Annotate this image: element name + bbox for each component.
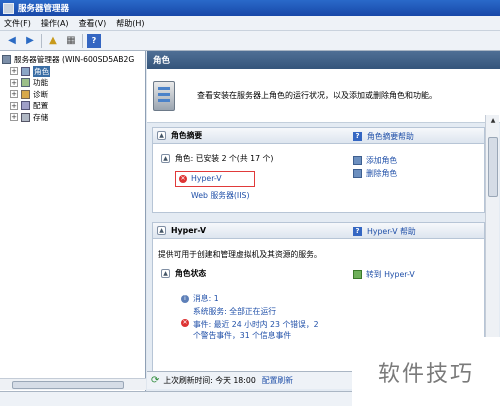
remove-roles-label: 删除角色 [366, 169, 398, 178]
error-icon: ✕ [179, 174, 187, 183]
tree-item-label: 存储 [33, 112, 49, 122]
events-label: 事件: 最近 24 小时内 23 个错误，2 [193, 320, 319, 329]
expand-icon[interactable]: + [10, 67, 18, 76]
features-icon [21, 78, 30, 88]
tree-item-storage[interactable]: + 存储 [0, 112, 145, 124]
services-label: 系统服务: 全部正在运行 [193, 307, 277, 316]
expand-icon[interactable]: + [10, 113, 18, 122]
intro-text: 查看安装在服务器上角色的运行状况，以及添加或删除角色和功能。 [197, 91, 437, 100]
events-label-line2: 个警告事件，31 个信息事件 [193, 331, 292, 340]
tree-item-features[interactable]: + 功能 [0, 77, 145, 89]
help-icon: ? [353, 227, 362, 236]
back-arrow-icon[interactable]: ◀ [5, 34, 19, 48]
tree-item-roles[interactable]: + 角色 [0, 65, 145, 78]
server-icon [2, 55, 11, 65]
toolbar-separator [82, 33, 83, 48]
configure-refresh-link[interactable]: 配置刷新 [262, 375, 293, 386]
role-hyperv-link[interactable]: ✕ Hyper-V [179, 174, 222, 183]
menu-view[interactable]: 查看(V) [79, 18, 107, 29]
tree-item-label: 诊断 [33, 89, 49, 99]
roles-installed-header: ▲ 角色: 已安装 2 个(共 17 个) [161, 153, 273, 164]
expand-icon[interactable]: + [10, 90, 18, 99]
tree-item-label: 配置 [33, 101, 49, 111]
pane-header: 角色 [147, 51, 500, 69]
help-link-label: Hyper-V 帮助 [367, 227, 416, 236]
remove-roles-link[interactable]: 删除角色 [353, 168, 397, 179]
tree-item-label: 功能 [33, 78, 49, 88]
tree-item-configuration[interactable]: + 配置 [0, 100, 145, 112]
watermark: 软件技巧 [352, 337, 500, 406]
goto-hyperv-label: 转到 Hyper-V [366, 270, 415, 279]
goto-hyperv-link[interactable]: 转到 Hyper-V [353, 269, 415, 280]
add-roles-icon [353, 156, 362, 165]
details-vertical-scrollbar[interactable]: ▲ ▼ [485, 115, 499, 375]
hyperv-help-link[interactable]: ? Hyper-V 帮助 [353, 226, 416, 237]
roles-installed-label: 角色: 已安装 2 个(共 17 个) [175, 154, 274, 163]
navigation-tree: 服务器管理器 (WIN-600SD5AB2G + 角色 + 功能 + 诊断 + … [0, 51, 146, 391]
hyperv-description: 提供可用于创建和管理虚拟机及其资源的服务。 [158, 250, 322, 259]
error-icon: ✕ [181, 319, 189, 327]
menu-action[interactable]: 操作(A) [41, 18, 69, 29]
info-icon: i [181, 294, 189, 303]
role-iis-link[interactable]: Web 服务器(IIS) [191, 190, 250, 201]
intro-banner: 查看安装在服务器上角色的运行状况，以及添加或删除角色和功能。 [147, 69, 500, 123]
role-status-label: 角色状态 [175, 269, 207, 278]
section-header: ▲ 角色摘要 ? 角色摘要帮助 [153, 128, 484, 144]
add-roles-link[interactable]: 添加角色 [353, 155, 397, 166]
title-bar: 服务器管理器 [0, 0, 500, 16]
help-link-label: 角色摘要帮助 [367, 132, 414, 141]
tree-horizontal-scrollbar[interactable] [0, 378, 146, 390]
collapse-icon[interactable]: ▲ [157, 226, 166, 235]
section-title: 角色摘要 [171, 131, 203, 140]
toolbar: ◀ ▶ ▲ ▦ ? [0, 31, 500, 51]
role-iis-label: Web 服务器(IIS) [191, 191, 250, 200]
messages-label: 消息: 1 [193, 294, 219, 303]
collapse-icon[interactable]: ▲ [161, 154, 170, 163]
menu-help[interactable]: 帮助(H) [116, 18, 144, 29]
tree-item-label: 角色 [33, 65, 51, 77]
scrollbar-thumb[interactable] [12, 381, 124, 389]
tree-root-label: 服务器管理器 (WIN-600SD5AB2G [14, 55, 135, 65]
expand-icon[interactable]: + [10, 101, 18, 110]
expand-icon[interactable]: + [10, 78, 18, 87]
roles-server-icon [153, 80, 175, 111]
forward-arrow-icon[interactable]: ▶ [23, 34, 37, 48]
diagnostics-icon [21, 89, 30, 99]
add-roles-label: 添加角色 [366, 156, 398, 165]
storage-icon [21, 112, 30, 122]
last-refresh-label: 上次刷新时间: 今天 18:00 [163, 376, 256, 385]
help-icon: ? [353, 132, 362, 141]
up-folder-icon[interactable]: ▲ [46, 34, 60, 48]
remove-roles-icon [353, 169, 362, 178]
roles-summary-section: ▲ 角色摘要 ? 角色摘要帮助 ▲ 角色: 已安装 2 个(共 17 个) ✕ … [152, 127, 485, 213]
tree-item-diagnostics[interactable]: + 诊断 [0, 89, 145, 101]
services-link[interactable]: 系统服务: 全部正在运行 [193, 306, 276, 317]
goto-hyperv-icon [353, 270, 362, 279]
events-link[interactable]: ✕ 事件: 最近 24 小时内 23 个错误，2 个警告事件，31 个信息事件 [181, 319, 319, 341]
help-icon[interactable]: ? [87, 33, 101, 48]
role-status-header: ▲ 角色状态 [161, 268, 206, 279]
section-header: ▲ Hyper-V ? Hyper-V 帮助 [153, 223, 484, 239]
toolbar-separator [41, 33, 42, 48]
tree-root[interactable]: 服务器管理器 (WIN-600SD5AB2G [0, 54, 145, 66]
collapse-icon[interactable]: ▲ [157, 131, 166, 140]
collapse-icon[interactable]: ▲ [161, 269, 170, 278]
messages-link[interactable]: i 消息: 1 [181, 293, 219, 304]
window-title: 服务器管理器 [18, 4, 70, 14]
roles-summary-help-link[interactable]: ? 角色摘要帮助 [353, 131, 414, 142]
refresh-icon[interactable]: ⟳ [151, 375, 159, 386]
app-icon [3, 2, 14, 14]
scrollbar-thumb[interactable] [488, 137, 498, 197]
show-hide-tree-icon[interactable]: ▦ [64, 34, 78, 48]
menu-bar: 文件(F) 操作(A) 查看(V) 帮助(H) [0, 16, 500, 31]
menu-file[interactable]: 文件(F) [4, 18, 31, 29]
role-hyperv-label: Hyper-V [191, 174, 222, 183]
scroll-up-icon[interactable]: ▲ [486, 115, 500, 127]
roles-icon [21, 66, 30, 76]
configuration-icon [21, 101, 30, 111]
section-title: Hyper-V [171, 226, 207, 235]
